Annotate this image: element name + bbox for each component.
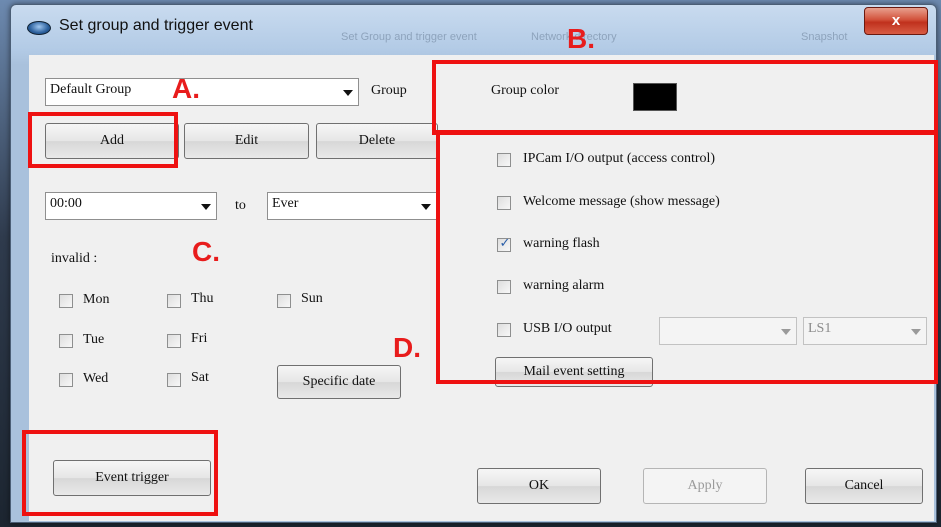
checkmark-icon xyxy=(60,292,74,306)
checkmark-icon: ✓ xyxy=(499,236,511,251)
close-icon: x xyxy=(891,12,901,29)
day-label-mon: Mon xyxy=(83,292,110,307)
edit-button[interactable]: Edit xyxy=(184,123,309,159)
usb-io-label: USB I/O output xyxy=(523,321,612,336)
chevron-down-icon xyxy=(421,204,431,210)
checkmark-icon xyxy=(168,292,182,306)
start-time-value: 00:00 xyxy=(50,196,82,211)
event-trigger-button[interactable]: Event trigger xyxy=(53,460,211,496)
end-time-value: Ever xyxy=(272,196,299,211)
background-window-title: Snapshot xyxy=(801,31,848,43)
start-time-select[interactable]: 00:00 xyxy=(45,192,217,220)
checkmark-icon xyxy=(278,292,292,306)
usb-level-select[interactable]: LS1 xyxy=(803,317,927,345)
add-button[interactable]: Add xyxy=(45,123,179,159)
app-icon xyxy=(27,21,51,35)
checkbox-ipcam-io[interactable] xyxy=(497,153,511,167)
checkbox-warning-flash[interactable]: ✓ xyxy=(497,236,511,252)
day-label-tue: Tue xyxy=(83,332,105,347)
checkbox-wed[interactable] xyxy=(59,373,73,387)
group-select[interactable]: Default Group xyxy=(45,78,359,106)
ipcam-io-label: IPCam I/O output (access control) xyxy=(523,151,716,166)
group-label: Group xyxy=(371,83,407,98)
checkbox-usb-io[interactable] xyxy=(497,323,511,337)
apply-button[interactable]: Apply xyxy=(643,468,767,504)
group-color-swatch[interactable] xyxy=(633,83,677,111)
checkmark-icon xyxy=(498,278,512,292)
checkbox-warning-alarm[interactable] xyxy=(497,280,511,294)
chevron-down-icon xyxy=(781,329,791,335)
mail-event-setting-button[interactable]: Mail event setting xyxy=(495,357,653,387)
day-label-wed: Wed xyxy=(83,371,109,386)
warning-alarm-label: warning alarm xyxy=(523,278,605,293)
group-color-label: Group color xyxy=(491,83,560,98)
day-label-thu: Thu xyxy=(191,291,214,306)
checkmark-icon xyxy=(498,321,512,335)
usb-level-value: LS1 xyxy=(808,321,832,336)
title-bar[interactable]: Set group and trigger event Set Group an… xyxy=(11,5,936,49)
window-title: Set group and trigger event xyxy=(59,17,253,34)
invalid-days-label: invalid : xyxy=(51,251,98,266)
day-label-sat: Sat xyxy=(191,370,209,385)
annotation-label-a: A. xyxy=(172,73,200,104)
annotation-label-c: C. xyxy=(192,236,220,267)
checkbox-welcome-message[interactable] xyxy=(497,196,511,210)
checkmark-icon xyxy=(60,371,74,385)
annotation-label-b: B. xyxy=(567,23,595,54)
group-select-value: Default Group xyxy=(50,82,132,97)
checkbox-sun[interactable] xyxy=(277,294,291,308)
ok-button[interactable]: OK xyxy=(477,468,601,504)
usb-port-select[interactable] xyxy=(659,317,797,345)
dialog-client-area: Default Group Group Add Edit Delete 00:0… xyxy=(29,55,934,521)
cancel-button[interactable]: Cancel xyxy=(805,468,923,504)
checkbox-sat[interactable] xyxy=(167,373,181,387)
delete-button[interactable]: Delete xyxy=(316,123,438,159)
day-label-fri: Fri xyxy=(191,331,208,346)
day-label-sun: Sun xyxy=(301,291,323,306)
checkmark-icon xyxy=(168,371,182,385)
checkmark-icon xyxy=(60,332,74,346)
dialog-window: Set group and trigger event Set Group an… xyxy=(10,4,937,523)
chevron-down-icon xyxy=(201,204,211,210)
checkmark-icon xyxy=(498,151,512,165)
chevron-down-icon xyxy=(343,90,353,96)
annotation-label-d: D. xyxy=(393,332,421,363)
checkmark-icon xyxy=(168,332,182,346)
welcome-message-label: Welcome message (show message) xyxy=(523,194,720,209)
checkbox-tue[interactable] xyxy=(59,334,73,348)
close-button[interactable]: x xyxy=(864,7,928,35)
checkbox-thu[interactable] xyxy=(167,294,181,308)
checkbox-fri[interactable] xyxy=(167,334,181,348)
checkmark-icon xyxy=(498,194,512,208)
end-time-select[interactable]: Ever xyxy=(267,192,437,220)
background-window-title: Set Group and trigger event xyxy=(341,31,477,43)
warning-flash-label: warning flash xyxy=(523,236,600,251)
specific-date-button[interactable]: Specific date xyxy=(277,365,401,399)
chevron-down-icon xyxy=(911,329,921,335)
to-label: to xyxy=(235,198,246,213)
checkbox-mon[interactable] xyxy=(59,294,73,308)
